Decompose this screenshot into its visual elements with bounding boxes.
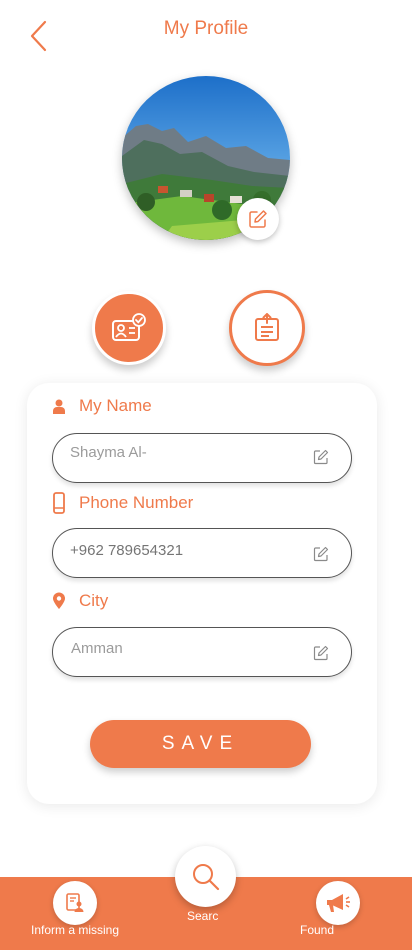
phone-icon [52,492,66,514]
search-icon [192,863,219,890]
save-button[interactable]: SAVE [90,720,311,768]
nav-search-button[interactable] [175,846,236,907]
report-user-icon [66,893,84,912]
megaphone-icon [327,894,350,912]
nav-found-button[interactable] [316,881,360,925]
edit-photo-button[interactable] [237,198,279,240]
pencil-square-icon [249,210,267,228]
user-icon [52,399,66,414]
nav-inform-missing-label: Inform a missing [31,923,120,937]
nav-search-label: Searc [187,909,219,923]
location-pin-icon [52,592,66,610]
reports-tab-button[interactable] [229,290,305,366]
city-label: City [52,591,108,611]
city-input[interactable] [71,638,296,658]
phone-field [52,528,352,578]
nav-found-label: Found [300,923,335,937]
phone-label: Phone Number [52,492,193,514]
id-card-check-icon [112,313,146,341]
name-input[interactable] [70,442,295,462]
city-field [52,627,352,677]
name-label: My Name [52,396,152,416]
phone-label-text: Phone Number [79,493,194,512]
city-label-text: City [79,591,109,610]
profile-photo-section [122,76,290,240]
name-field [52,433,352,483]
nav-inform-missing-button[interactable] [53,881,97,925]
clipboard-upload-icon [255,313,279,341]
page-title: My Profile [163,18,249,39]
edit-phone-icon[interactable] [313,546,329,562]
edit-name-icon[interactable] [313,449,329,465]
personal-info-tab-button[interactable] [92,291,166,365]
name-label-text: My Name [79,396,152,415]
edit-city-icon[interactable] [313,645,329,661]
header: My Profile [0,0,412,64]
phone-input[interactable] [70,540,295,560]
